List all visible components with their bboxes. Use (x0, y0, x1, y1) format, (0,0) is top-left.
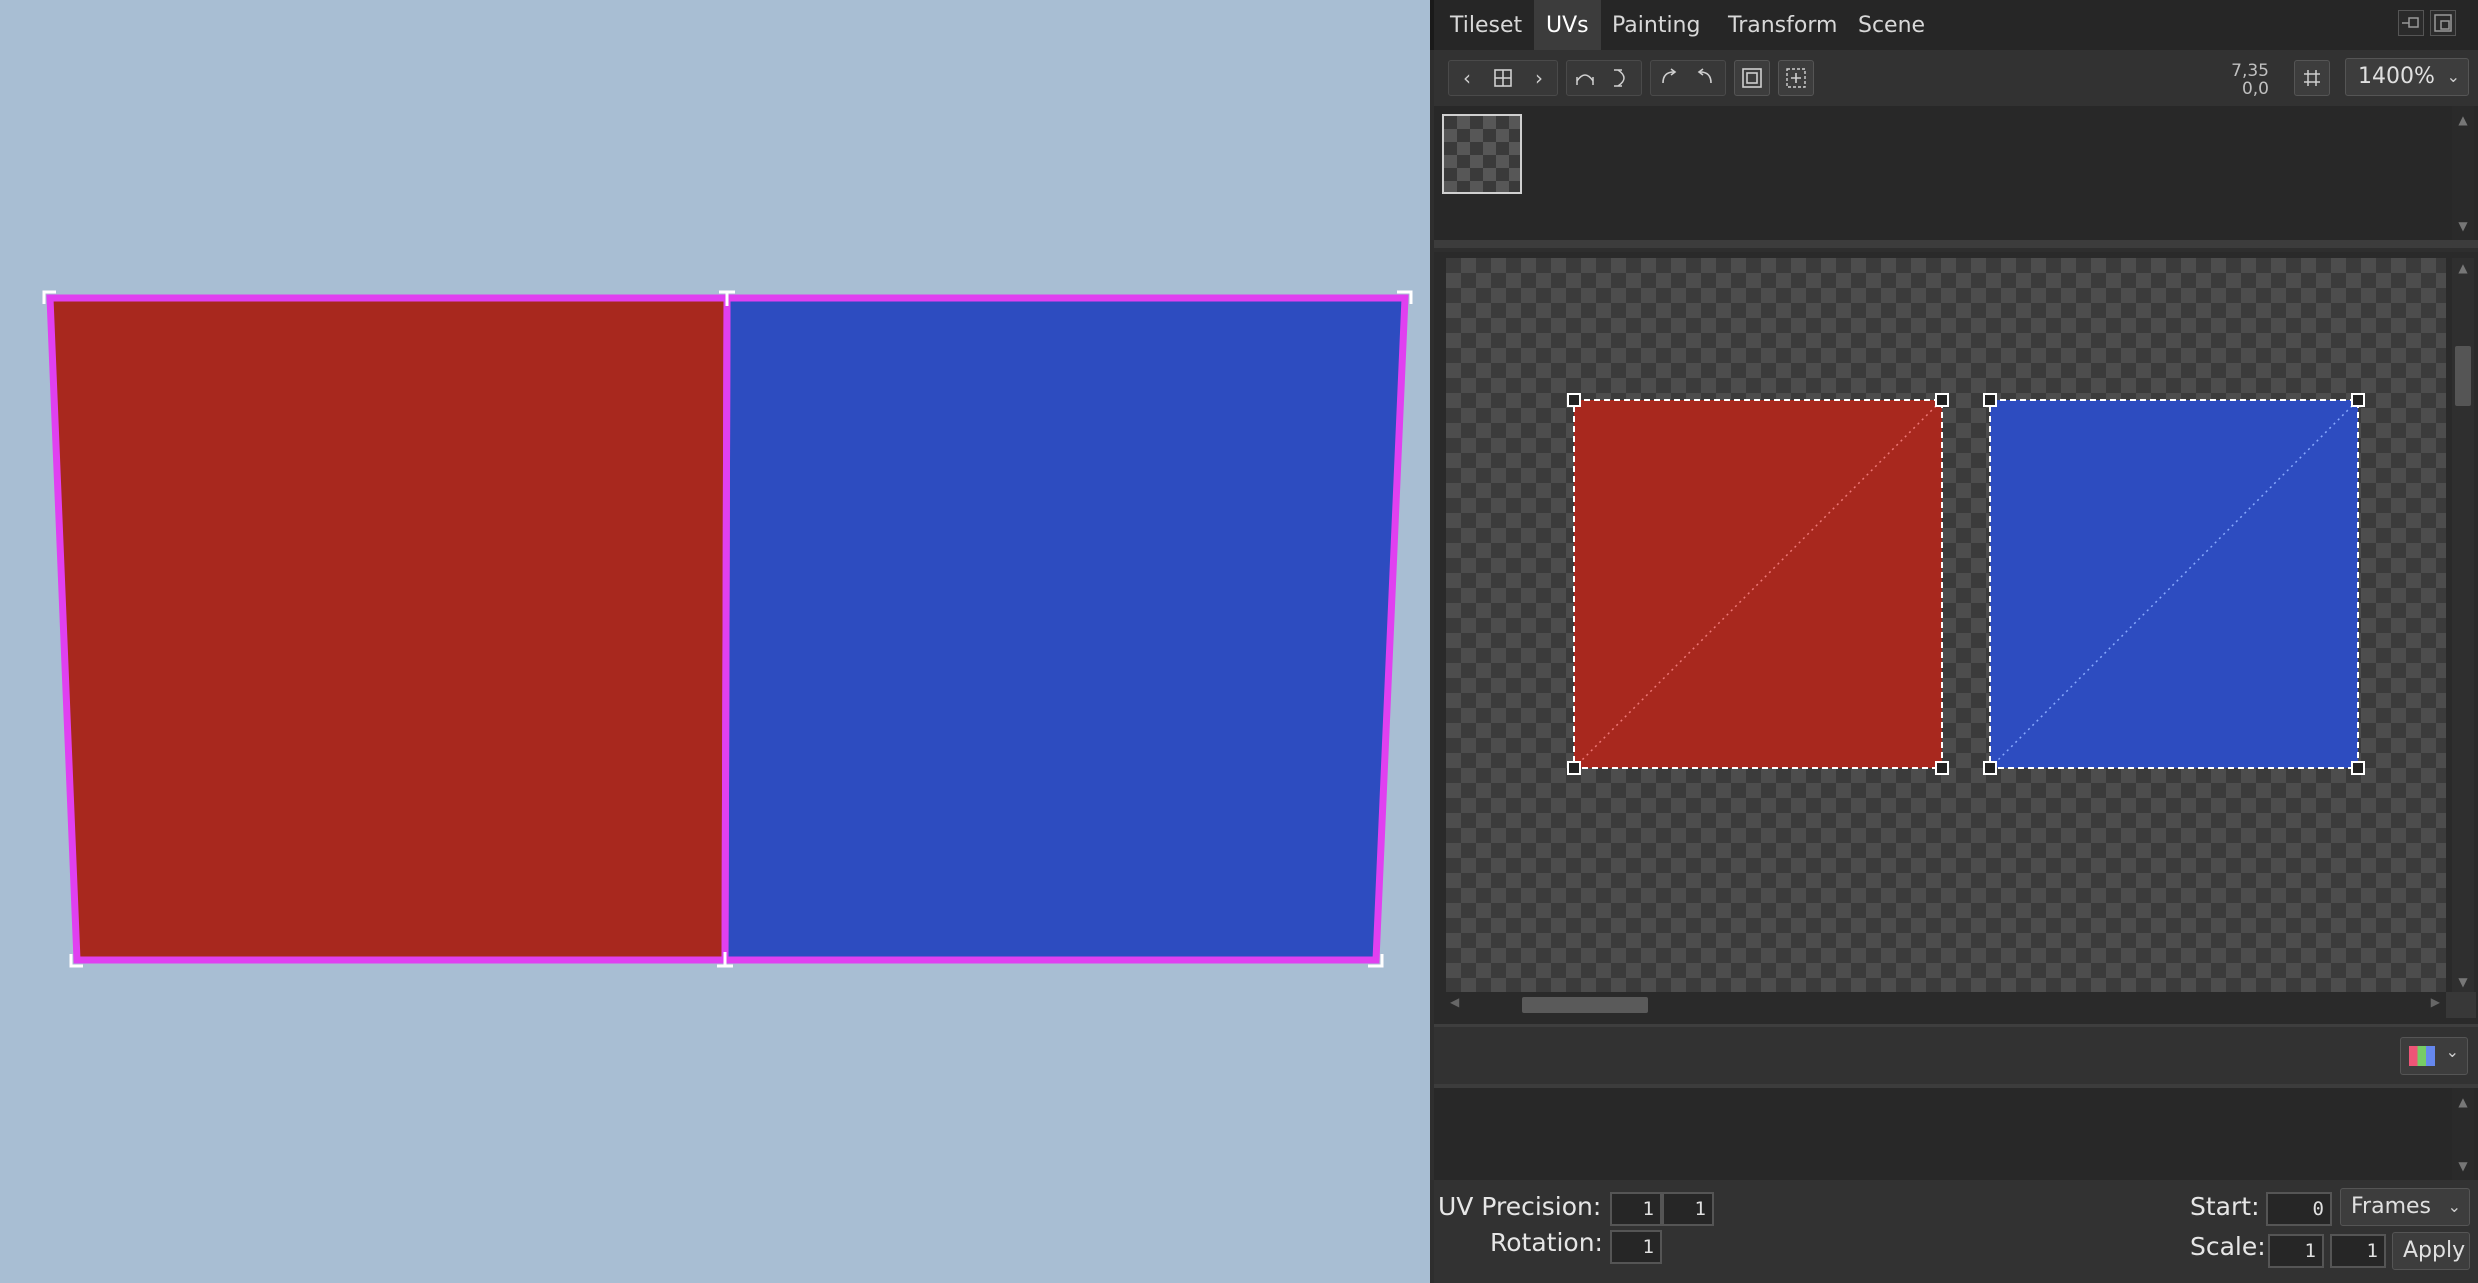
uv-toolbar: ‹ › 7,35 0,0 1400% ⌄ (1434, 50, 2478, 106)
rotate-right-icon[interactable] (1687, 61, 1723, 95)
uv-precision-x-input[interactable]: 1 (1610, 1192, 1662, 1226)
chevron-right-icon[interactable]: › (1521, 61, 1557, 95)
flip-group (1566, 60, 1642, 96)
splitter[interactable] (1434, 240, 2478, 248)
scroll-up-icon[interactable]: ▲ (2452, 110, 2474, 130)
scroll-corner (2446, 992, 2476, 1018)
scroll-down-icon[interactable]: ▼ (2452, 216, 2474, 236)
flip-horizontal-icon[interactable] (1567, 61, 1603, 95)
tab-bar: Tileset UVs Painting Transform Scene (1430, 0, 2478, 50)
chevron-down-icon: ⌄ (2447, 1197, 2461, 1216)
scale-x-input[interactable]: 1 (2268, 1234, 2324, 1268)
zoom-value: 1400% (2358, 64, 2435, 89)
frames-value: Frames (2351, 1194, 2432, 1219)
rotation-input[interactable]: 1 (1610, 1230, 1662, 1264)
uv-frame: ▲ ▼ ◀ ▶ (1434, 252, 2478, 1024)
tile-thumbnail[interactable] (1442, 114, 1522, 194)
frame-icon[interactable] (1734, 60, 1770, 96)
flip-vertical-icon[interactable] (1603, 61, 1639, 95)
scroll-right-icon[interactable]: ▶ (2431, 995, 2440, 1009)
scroll-up-icon[interactable]: ▲ (2452, 258, 2474, 278)
tile-thumbnail-strip: ▲ ▼ (1434, 106, 2478, 240)
scale-y-input[interactable]: 1 (2330, 1234, 2386, 1268)
red-face[interactable] (50, 298, 727, 960)
palette-bar: ⌄ (1434, 1024, 2478, 1084)
scale-label: Scale: (2190, 1232, 2266, 1261)
scroll-thumb[interactable] (1522, 997, 1648, 1013)
undock-icon[interactable] (2398, 10, 2424, 36)
scroll-down-icon[interactable]: ▼ (2452, 972, 2474, 992)
chevron-down-icon: ⌄ (2445, 1042, 2459, 1061)
tab-transform[interactable]: Transform (1716, 0, 1849, 50)
cursor-coordinates: 7,35 0,0 (2199, 62, 2269, 98)
uv-island-red[interactable] (1573, 399, 1943, 769)
uv-options-bar: UV Precision: 1 1 Rotation: 1 Start: 0 F… (1434, 1180, 2478, 1283)
tab-painting[interactable]: Painting (1600, 0, 1712, 50)
scroll-down-icon[interactable]: ▼ (2452, 1156, 2474, 1176)
grid-select-icon[interactable] (1485, 61, 1521, 95)
rotate-left-icon[interactable] (1651, 61, 1687, 95)
tab-tileset[interactable]: Tileset (1438, 0, 1534, 50)
tab-uvs[interactable]: UVs (1534, 0, 1601, 50)
start-label: Start: (2190, 1192, 2260, 1221)
chevron-left-icon[interactable]: ‹ (1449, 61, 1485, 95)
float-window-icon[interactable] (2430, 10, 2456, 36)
frames-dropdown[interactable]: Frames ⌄ (2340, 1188, 2470, 1226)
zoom-dropdown[interactable]: 1400% ⌄ (2345, 58, 2469, 96)
rotation-label: Rotation: (1490, 1228, 1603, 1257)
start-input[interactable]: 0 (2266, 1192, 2332, 1226)
message-area: ▲ ▼ (1434, 1084, 2478, 1180)
rotate-group (1650, 60, 1726, 96)
uv-editor-panel: Tileset UVs Painting Transform Scene ‹ › (1430, 0, 2478, 1283)
scroll-left-icon[interactable]: ◀ (1450, 995, 1459, 1009)
thumb-scrollbar[interactable]: ▲ ▼ (2452, 106, 2474, 240)
apply-button[interactable]: Apply (2392, 1232, 2470, 1270)
coords-pixel: 0,0 (2241, 79, 2269, 99)
uv-vertical-scrollbar[interactable]: ▲ ▼ (2452, 258, 2474, 992)
blue-face[interactable] (725, 298, 1405, 960)
uv-canvas[interactable] (1446, 258, 2446, 992)
nav-group: ‹ › (1448, 60, 1558, 96)
uv-island-blue[interactable] (1989, 399, 2359, 769)
coords-uv: 7,35 (2231, 61, 2269, 81)
3d-viewport[interactable] (0, 0, 1430, 1283)
palette-dropdown[interactable]: ⌄ (2400, 1037, 2468, 1075)
scroll-up-icon[interactable]: ▲ (2452, 1092, 2474, 1112)
palette-icon (2409, 1046, 2435, 1066)
message-scrollbar[interactable]: ▲ ▼ (2452, 1088, 2474, 1180)
tab-scene[interactable]: Scene (1846, 0, 1937, 50)
uv-horizontal-scrollbar[interactable]: ◀ ▶ (1446, 992, 2446, 1018)
uv-precision-label: UV Precision: (1438, 1192, 1602, 1221)
grid-toggle-icon[interactable] (2294, 60, 2330, 96)
uv-precision-y-input[interactable]: 1 (1662, 1192, 1714, 1226)
scroll-thumb[interactable] (2455, 346, 2471, 406)
chevron-down-icon: ⌄ (2446, 67, 2460, 86)
viewport-canvas[interactable] (0, 0, 1430, 1283)
snap-center-icon[interactable] (1778, 60, 1814, 96)
